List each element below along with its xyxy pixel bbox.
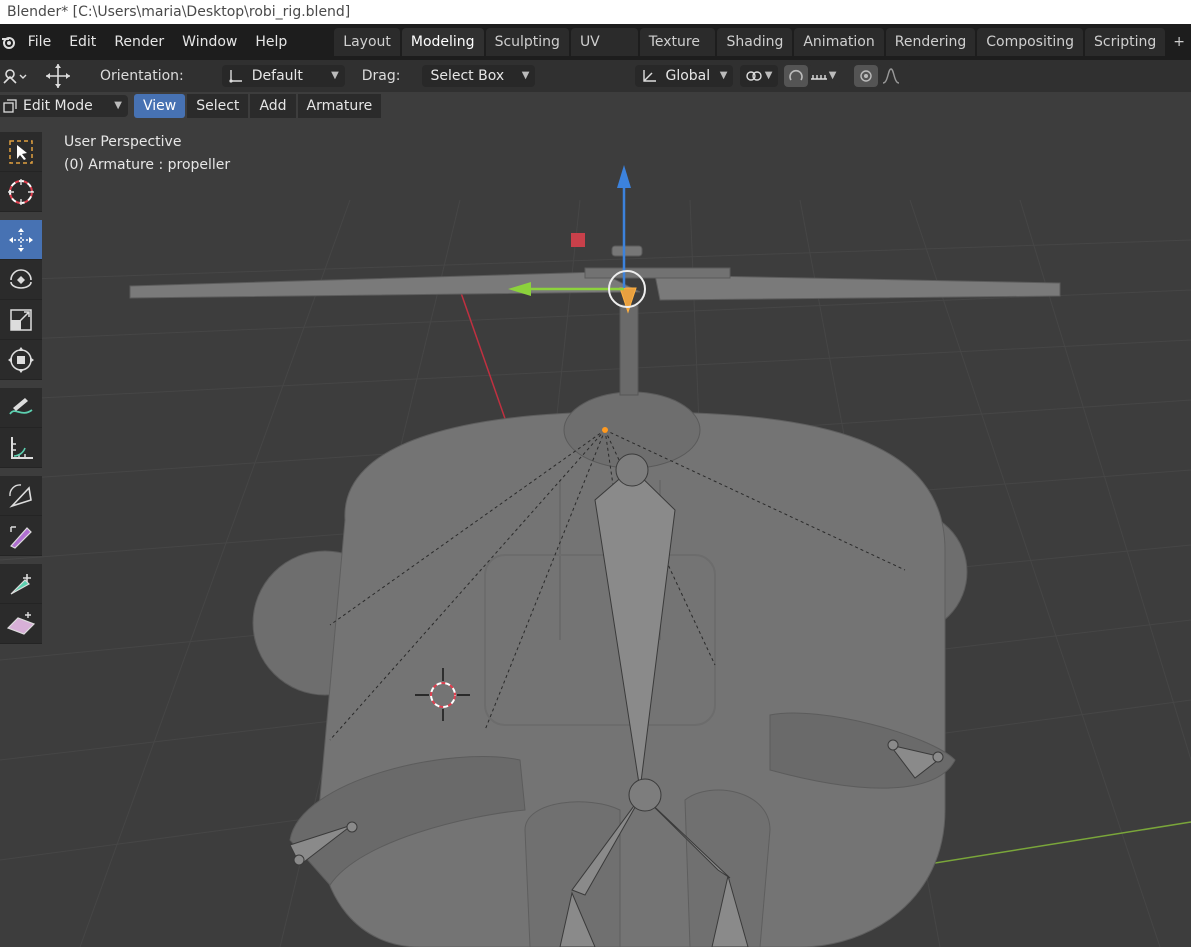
tab-compositing[interactable]: Compositing (977, 28, 1083, 56)
shear-icon (6, 611, 36, 635)
tab-rendering[interactable]: Rendering (885, 28, 976, 56)
toolbar-separator (0, 468, 42, 476)
roll-icon (9, 483, 32, 508)
transform-orientation-icon (643, 70, 657, 82)
top-bar: File Edit Render Window Help Layout Mode… (0, 24, 1191, 78)
tool-move[interactable] (0, 220, 42, 260)
menu-armature[interactable]: Armature (297, 94, 382, 118)
blender-logo-icon[interactable] (0, 30, 19, 54)
add-workspace-icon[interactable]: + (1167, 28, 1191, 56)
proportional-editing-icon[interactable] (854, 65, 879, 87)
viewport-scene[interactable] (0, 92, 1191, 947)
extrude-icon (10, 573, 31, 595)
gizmo-x-plane-handle[interactable] (571, 233, 585, 247)
viewport-perspective-label: User Perspective (64, 134, 182, 150)
snap-toggle-icon[interactable] (784, 65, 809, 87)
move-gizmo-icon[interactable] (36, 62, 80, 90)
snap-target-dropdown[interactable]: ▼ (808, 65, 843, 87)
scale-icon (10, 308, 32, 331)
falloff-dropdown[interactable] (878, 65, 913, 87)
menu-edit[interactable]: Edit (60, 28, 105, 56)
tool-scale[interactable] (0, 300, 42, 340)
workspace-tabs: Layout Modeling Sculpting UV Editing Tex… (334, 28, 1191, 78)
tool-roll[interactable] (0, 476, 42, 516)
tool-cursor[interactable] (0, 172, 42, 212)
chevron-down-icon: ▼ (114, 100, 122, 111)
rotate-icon (10, 268, 32, 289)
viewport-object-info: (0) Armature : propeller (64, 157, 231, 173)
chevron-down-icon: ▼ (828, 70, 837, 81)
window-titlebar: Blender* [C:\Users\maria\Desktop\robi_ri… (0, 0, 1191, 24)
transform-icon (8, 346, 34, 373)
left-toolbar (0, 132, 42, 644)
orientation-value: Default (251, 68, 303, 84)
snap-increment-icon (811, 75, 828, 80)
transform-orientation-value: Global (665, 68, 711, 84)
toolbar-separator (0, 556, 42, 564)
tab-shading[interactable]: Shading (717, 28, 793, 56)
tool-measure[interactable] (0, 428, 42, 468)
toolbar-separator (0, 380, 42, 388)
orientation-label: Orientation: (100, 68, 184, 84)
tab-scripting[interactable]: Scripting (1085, 28, 1166, 56)
chevron-down-icon: ▼ (331, 70, 339, 81)
tab-uv-editing[interactable]: UV Editing (570, 28, 638, 78)
3d-viewport[interactable]: User Perspective (0) Armature : propelle… (0, 92, 1191, 947)
move-icon (9, 227, 33, 252)
object-origin-dot[interactable] (602, 427, 608, 433)
chevron-down-icon: ▼ (764, 70, 773, 81)
tool-bone-size[interactable] (0, 516, 42, 556)
transform-orientation-dropdown[interactable]: Global ▼ (635, 65, 734, 87)
tool-annotate[interactable] (0, 388, 42, 428)
chevron-down-icon: ▼ (719, 70, 728, 81)
falloff-curve-icon (883, 68, 900, 84)
tool-header: Orientation: Default ▼ Drag: Select Box … (0, 60, 1191, 92)
annotate-icon (9, 397, 33, 415)
tab-texture-paint[interactable]: Texture Paint (639, 28, 716, 78)
tool-transform[interactable] (0, 340, 42, 380)
gizmo-z-arrow-icon[interactable] (617, 165, 631, 188)
mode-header: Edit Mode ▼ View Select Add Armature (0, 92, 1191, 120)
tab-layout[interactable]: Layout (334, 28, 400, 56)
cursor-icon (8, 178, 34, 205)
tab-animation[interactable]: Animation (794, 28, 884, 56)
menu-add[interactable]: Add (250, 94, 296, 118)
drag-label: Drag: (361, 68, 401, 84)
propeller-mesh (129, 245, 1061, 301)
window-title: Blender* [C:\Users\maria\Desktop\robi_ri… (7, 4, 351, 20)
toolbar-separator (0, 212, 42, 220)
pivot-point-icon (746, 71, 763, 81)
tool-select-box[interactable] (0, 132, 42, 172)
mode-value: Edit Mode (23, 98, 93, 114)
drag-dropdown[interactable]: Select Box ▼ (422, 65, 536, 87)
orientation-icon (229, 70, 242, 83)
measure-icon (11, 436, 33, 459)
pivot-dropdown[interactable]: ▼ (740, 65, 779, 87)
menu-file[interactable]: File (19, 28, 60, 56)
menu-render[interactable]: Render (105, 28, 173, 56)
menu-help[interactable]: Help (246, 28, 296, 56)
blender-app-icon (0, 0, 7, 24)
bone-size-icon (10, 525, 32, 549)
menu-view[interactable]: View (134, 94, 186, 118)
select-box-icon (9, 139, 33, 164)
tool-rotate[interactable] (0, 260, 42, 300)
tab-sculpting[interactable]: Sculpting (485, 28, 569, 56)
drag-value: Select Box (430, 68, 505, 84)
tool-extrude[interactable] (0, 564, 42, 604)
mode-dropdown[interactable]: Edit Mode ▼ (0, 95, 128, 117)
orientation-dropdown[interactable]: Default ▼ (221, 65, 345, 87)
menu-window[interactable]: Window (173, 28, 246, 56)
menu-select[interactable]: Select (187, 94, 249, 118)
tool-shear[interactable] (0, 604, 42, 644)
tool-settings-icon[interactable] (0, 68, 30, 84)
chevron-down-icon: ▼ (521, 70, 530, 81)
edit-mode-icon (3, 99, 17, 113)
tab-modeling[interactable]: Modeling (401, 28, 484, 56)
